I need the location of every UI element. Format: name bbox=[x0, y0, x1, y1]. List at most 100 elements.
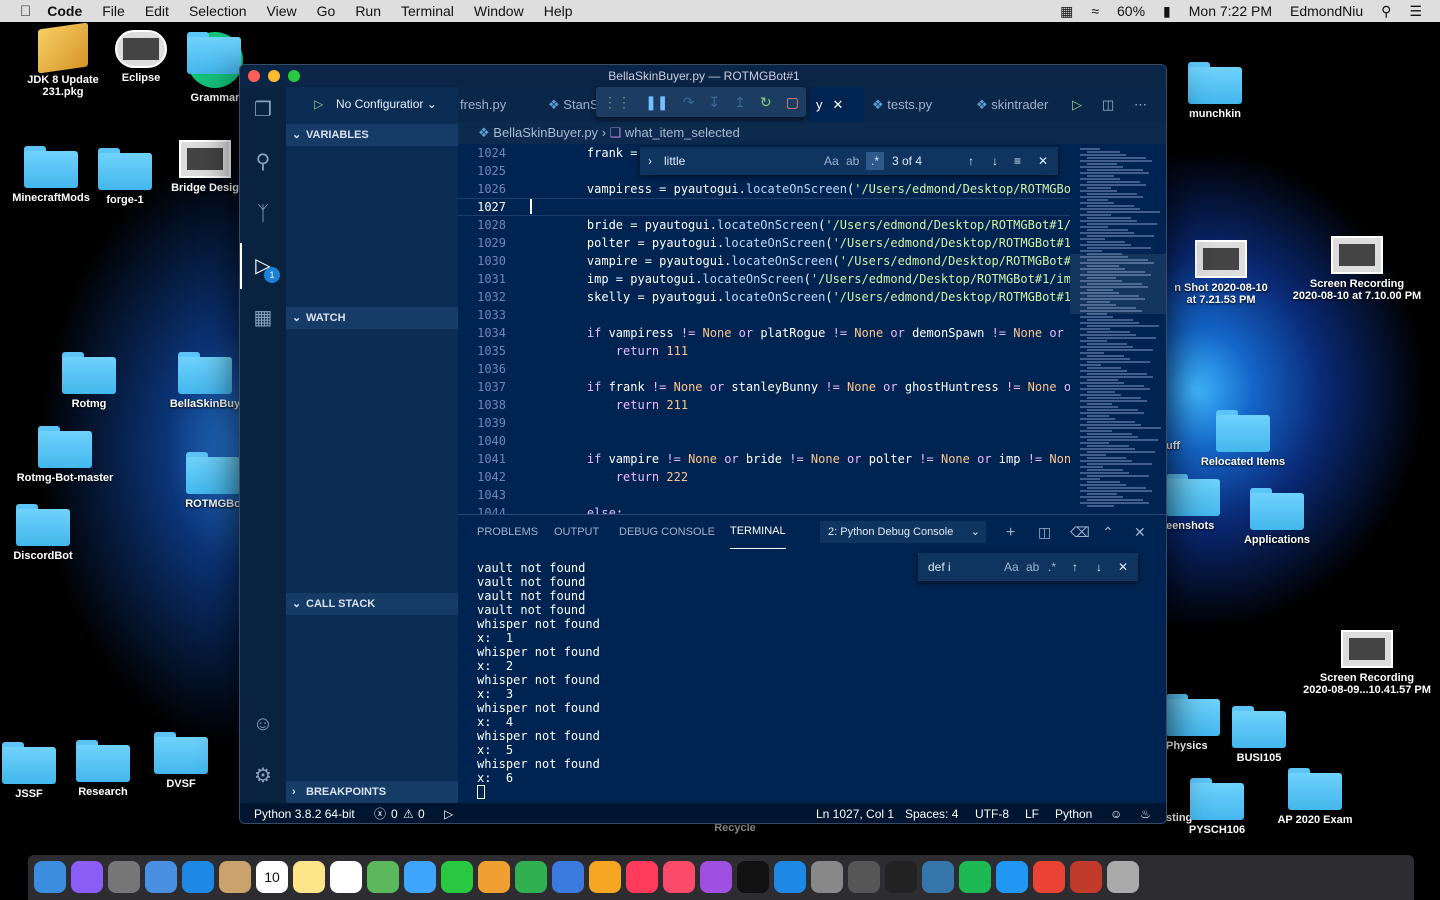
source-control-icon[interactable]: ᛉ bbox=[250, 201, 276, 227]
match-case-icon[interactable]: Aa bbox=[824, 147, 839, 175]
tab-debug-console[interactable]: DEBUG CONSOLE bbox=[619, 515, 715, 550]
dropbox-icon[interactable]: ▦ bbox=[1060, 3, 1073, 20]
cursor-position[interactable]: Ln 1027, Col 1 bbox=[816, 803, 894, 823]
tab-output[interactable]: OUTPUT bbox=[554, 515, 599, 550]
pages-icon[interactable] bbox=[478, 861, 510, 893]
more-actions-icon[interactable]: ⋯ bbox=[1134, 87, 1147, 122]
system-preferences-icon[interactable] bbox=[811, 861, 843, 893]
explorer-icon[interactable]: ❐ bbox=[250, 97, 276, 123]
facetime-icon[interactable] bbox=[441, 861, 473, 893]
photos-icon[interactable] bbox=[589, 861, 621, 893]
bell-icon[interactable]: ♨ bbox=[1140, 803, 1151, 823]
desktop-item[interactable]: n Shot 2020-08-10 at 7.21.53 PM bbox=[1166, 240, 1276, 306]
find-input[interactable]: little bbox=[664, 147, 685, 175]
chrome-icon[interactable] bbox=[1033, 861, 1065, 893]
tab-tests[interactable]: ❖ tests.py bbox=[864, 87, 968, 122]
regex-icon[interactable]: .* bbox=[1048, 553, 1056, 581]
siri-icon[interactable] bbox=[71, 861, 103, 893]
tab-fresh[interactable]: fresh.py bbox=[452, 87, 540, 122]
notes-icon[interactable] bbox=[293, 861, 325, 893]
search-icon[interactable]: ⚲ bbox=[250, 149, 276, 175]
step-into-icon[interactable]: ↧ bbox=[708, 94, 720, 111]
terminal-output[interactable]: vault not found vault not found vault not … bbox=[477, 561, 600, 799]
terminal-find-input[interactable]: def i bbox=[928, 560, 951, 574]
line-ending[interactable]: LF bbox=[1025, 803, 1039, 823]
trash-area-icon[interactable] bbox=[1107, 861, 1139, 893]
numbers-icon[interactable] bbox=[515, 861, 547, 893]
find-in-selection-icon[interactable]: ≡ bbox=[1014, 147, 1021, 175]
run-file-status-icon[interactable]: ▷ bbox=[444, 803, 453, 823]
minimap-viewport[interactable] bbox=[1070, 254, 1166, 314]
account-icon[interactable]: ☺ bbox=[250, 711, 276, 737]
warning-icon[interactable]: ⚠ bbox=[403, 803, 414, 823]
breakpoints-section-header[interactable]: › BREAKPOINTS bbox=[286, 781, 458, 803]
keynote-icon[interactable] bbox=[552, 861, 584, 893]
run-debug-icon[interactable]: ▷ 1 bbox=[250, 253, 280, 283]
run-config-select[interactable]: No Configuratior bbox=[336, 97, 423, 111]
code-line[interactable]: return 211 bbox=[558, 398, 688, 412]
tab-problems[interactable]: PROBLEMS bbox=[477, 515, 538, 550]
menu-terminal[interactable]: Terminal bbox=[401, 3, 454, 19]
breadcrumb-symbol[interactable]: what_item_selected bbox=[625, 125, 740, 140]
battery-percent[interactable]: 60% bbox=[1117, 3, 1145, 19]
wifi-icon[interactable]: ≈ bbox=[1091, 3, 1099, 19]
desktop-item[interactable]: Rotmg-Bot-master bbox=[10, 426, 120, 484]
regex-icon[interactable]: .* bbox=[866, 152, 884, 170]
desktop-item[interactable]: munchkin bbox=[1160, 62, 1270, 120]
maps-icon[interactable] bbox=[367, 861, 399, 893]
close-tab-icon[interactable]: ✕ bbox=[833, 97, 844, 112]
pause-icon[interactable]: ❚❚ bbox=[645, 94, 668, 111]
close-panel-icon[interactable]: ✕ bbox=[1134, 515, 1146, 550]
terminal-icon[interactable] bbox=[885, 861, 917, 893]
desktop-item[interactable]: DVSF bbox=[126, 732, 236, 790]
previous-match-icon[interactable]: ↑ bbox=[968, 147, 974, 175]
desktop-item[interactable]: AP 2020 Exam bbox=[1260, 768, 1370, 826]
maximize-panel-icon[interactable]: ⌃ bbox=[1102, 515, 1114, 550]
desktop-item[interactable]: Screen Recording 2020-08-10 at 7.10.00 PM bbox=[1282, 236, 1432, 302]
spotlight-icon[interactable]: ⚲ bbox=[1381, 3, 1391, 20]
reminders-icon[interactable] bbox=[330, 861, 362, 893]
migration-icon[interactable] bbox=[848, 861, 880, 893]
whole-word-icon[interactable]: ab bbox=[1026, 553, 1039, 581]
battery-icon[interactable]: ▮ bbox=[1163, 3, 1171, 20]
music-icon[interactable] bbox=[663, 861, 695, 893]
menu-selection[interactable]: Selection bbox=[189, 3, 247, 19]
python-icon[interactable] bbox=[922, 861, 954, 893]
filezilla-icon[interactable] bbox=[1070, 861, 1102, 893]
gear-icon[interactable]: ⚙ bbox=[250, 763, 276, 789]
safari-icon[interactable] bbox=[182, 861, 214, 893]
messages-icon[interactable] bbox=[404, 861, 436, 893]
call-stack-section-header[interactable]: ⌄ CALL STACK bbox=[286, 593, 458, 615]
code-line[interactable]: vampiress = pyautogui.locateOnScreen('/U… bbox=[558, 182, 1070, 196]
step-out-icon[interactable]: ↥ bbox=[734, 94, 746, 111]
menu-file[interactable]: File bbox=[102, 3, 125, 19]
apple-menu-icon[interactable]:  bbox=[20, 3, 31, 20]
feedback-icon[interactable]: ☺ bbox=[1110, 803, 1122, 823]
close-find-icon[interactable]: ✕ bbox=[1038, 147, 1048, 175]
code-line[interactable]: if vampire != None or bride != None or p… bbox=[558, 452, 1070, 466]
app-store-icon[interactable] bbox=[774, 861, 806, 893]
watch-section-header[interactable]: ⌄ WATCH bbox=[286, 307, 458, 329]
split-terminal-icon[interactable]: ◫ bbox=[1038, 515, 1051, 550]
language-mode[interactable]: Python bbox=[1055, 803, 1092, 823]
match-case-icon[interactable]: Aa bbox=[1004, 553, 1019, 581]
variables-section-header[interactable]: ⌄ VARIABLES bbox=[286, 124, 458, 146]
zoom-window-button[interactable] bbox=[288, 70, 300, 82]
launchpad-icon[interactable] bbox=[108, 861, 140, 893]
finder-icon[interactable] bbox=[34, 861, 66, 893]
menu-view[interactable]: View bbox=[267, 3, 297, 19]
spotify-icon[interactable] bbox=[959, 861, 991, 893]
toggle-replace-icon[interactable]: › bbox=[648, 147, 652, 175]
menu-window[interactable]: Window bbox=[474, 3, 524, 19]
code-line[interactable]: vampire = pyautogui.locateOnScreen('/Use… bbox=[558, 254, 1070, 268]
encoding[interactable]: UTF-8 bbox=[975, 803, 1009, 823]
user-name[interactable]: EdmondNiu bbox=[1290, 3, 1363, 19]
menu-help[interactable]: Help bbox=[544, 3, 573, 19]
warning-count[interactable]: 0 bbox=[418, 803, 425, 823]
desktop-item[interactable]: Applications bbox=[1222, 488, 1332, 546]
menu-run[interactable]: Run bbox=[355, 3, 381, 19]
extensions-icon[interactable]: ▦ bbox=[250, 305, 276, 331]
code-line[interactable]: bride = pyautogui.locateOnScreen('/Users… bbox=[558, 218, 1070, 232]
desktop-item[interactable]: DiscordBot bbox=[0, 504, 98, 562]
code-line[interactable]: return 222 bbox=[558, 470, 688, 484]
